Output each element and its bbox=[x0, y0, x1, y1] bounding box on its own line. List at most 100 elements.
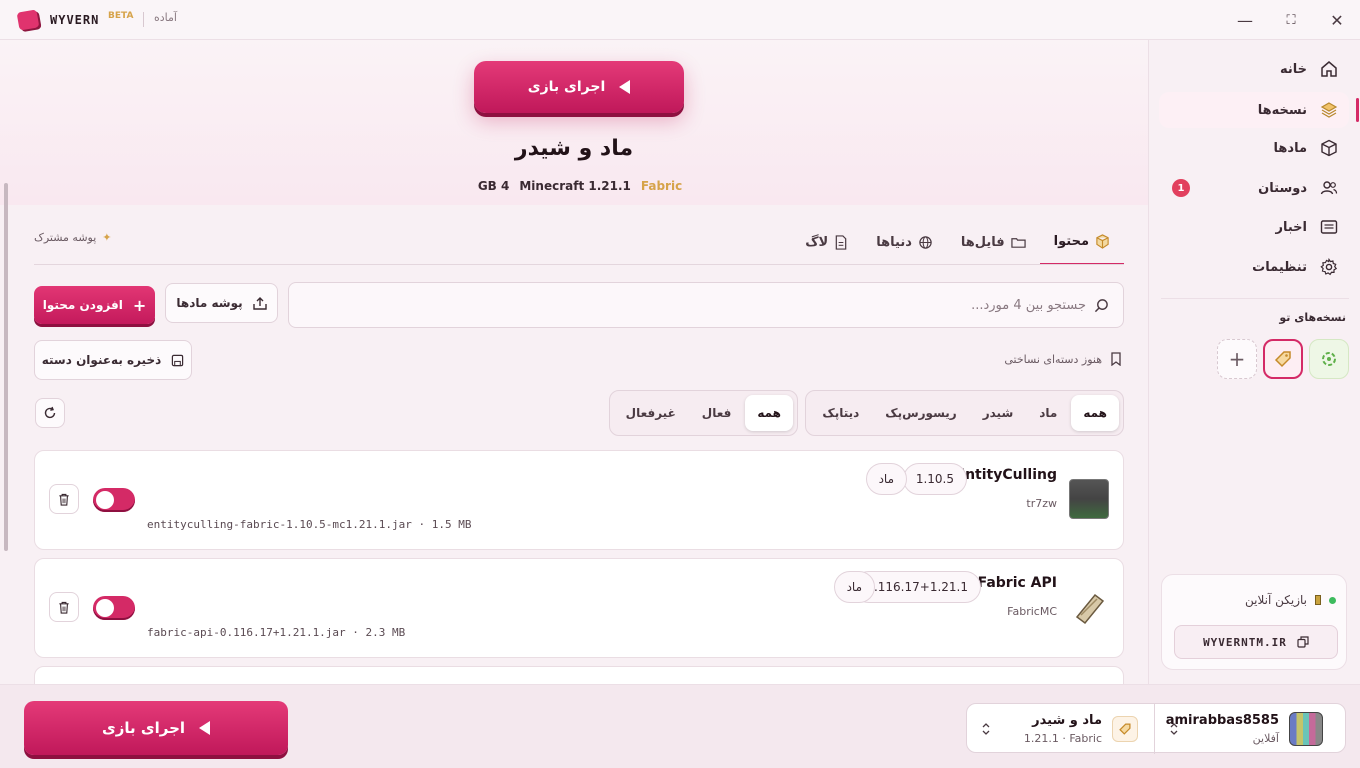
online-dot bbox=[1329, 596, 1336, 604]
tab-worlds-label: دنیاها bbox=[876, 235, 912, 250]
layers-icon bbox=[1319, 100, 1339, 120]
sidebar-item-home[interactable]: خانه bbox=[1159, 51, 1349, 87]
title-bar: WYVERN BETA آماده — ⛶ ✕ bbox=[0, 0, 1360, 40]
sidebar-item-news[interactable]: اخبار bbox=[1159, 209, 1349, 245]
tab-files-label: فایل‌ها bbox=[960, 235, 1005, 250]
mods-folder-button[interactable]: پوشه مادها bbox=[165, 283, 278, 323]
online-status: بازیکن آنلاین bbox=[1245, 593, 1336, 607]
mod-file-info: entityculling-fabric-1.10.5-mc1.21.1.jar… bbox=[147, 518, 472, 531]
sidebar: خانه نسخه‌ها مادها دوستان 1 اخبار تنظیما… bbox=[1148, 40, 1360, 768]
mod-author: FabricMC bbox=[1007, 605, 1057, 618]
tabs-divider bbox=[34, 264, 1124, 265]
instance-icon bbox=[1322, 352, 1336, 366]
mod-enable-toggle[interactable] bbox=[93, 596, 135, 620]
add-content-label: افزودن محتوا bbox=[42, 298, 123, 312]
filter-type-shader[interactable]: شیدر bbox=[971, 395, 1026, 431]
sidebar-divider bbox=[1161, 298, 1349, 299]
tab-worlds[interactable]: دنیاها bbox=[862, 220, 947, 265]
search-icon bbox=[1094, 298, 1108, 312]
selected-instance-sub: 1.21.1 · Fabric bbox=[1023, 732, 1102, 745]
filter-type-mod[interactable]: ماد bbox=[1027, 395, 1069, 431]
filter-type-all[interactable]: همه bbox=[1071, 395, 1119, 431]
account-name: amirabbas8585 bbox=[1165, 713, 1279, 728]
refresh-button[interactable] bbox=[35, 398, 65, 428]
maximize-button[interactable]: ⛶ bbox=[1280, 9, 1302, 31]
instance-button-active[interactable] bbox=[1263, 339, 1303, 379]
save-group-button[interactable]: ذخیره به‌عنوان دسته bbox=[34, 340, 192, 380]
instance-account-selector: ماد و شیدر 1.21.1 · Fabric amirabbas8585… bbox=[966, 703, 1347, 754]
bottom-bar: اجرای بازی ماد و شیدر 1.21.1 · Fabric am… bbox=[0, 684, 1360, 768]
play-icon bbox=[619, 80, 631, 94]
filter-state-all[interactable]: همه bbox=[745, 395, 793, 431]
mod-type-pill: ماد bbox=[865, 463, 907, 495]
instance-meta: Fabric Minecraft 1.21.1 4 GB bbox=[0, 179, 1148, 193]
no-group-label: هنوز دسته‌ای نساختی bbox=[1004, 352, 1102, 366]
content-tabs: محتوا فایل‌ها دنیاها لاگ bbox=[790, 220, 1124, 265]
search-input[interactable] bbox=[686, 297, 1086, 313]
gear-icon bbox=[1319, 257, 1339, 277]
state-filter-group: همه فعال غیرفعال bbox=[608, 390, 798, 436]
filter-type-datapack[interactable]: دیتاپک bbox=[810, 395, 871, 431]
add-instance-icon: + bbox=[1228, 347, 1246, 371]
instance-selector[interactable]: ماد و شیدر 1.21.1 · Fabric bbox=[967, 704, 1155, 754]
sidebar-item-label: نسخه‌ها bbox=[1257, 102, 1307, 118]
shared-folder-link[interactable]: ✦ پوشه مشترک bbox=[34, 231, 112, 244]
mod-enable-toggle[interactable] bbox=[93, 488, 135, 512]
upload-icon bbox=[252, 297, 267, 310]
server-address[interactable]: WYVERNTM.IR bbox=[1174, 625, 1338, 659]
bookmark-icon bbox=[1111, 352, 1121, 366]
mods-folder-label: پوشه مادها bbox=[176, 296, 243, 310]
sidebar-item-label: اخبار bbox=[1275, 219, 1308, 235]
mod-delete-button[interactable] bbox=[49, 592, 79, 622]
sidebar-item-settings[interactable]: تنظیمات bbox=[1159, 249, 1349, 285]
filter-type-resourcepack[interactable]: ریسورس‌پک bbox=[873, 395, 968, 431]
tab-log[interactable]: لاگ bbox=[791, 220, 862, 265]
app-brand: WYVERN bbox=[50, 13, 100, 27]
sidebar-item-label: مادها bbox=[1273, 140, 1308, 156]
copy-icon bbox=[1297, 636, 1309, 648]
close-icon: ✕ bbox=[1330, 10, 1344, 30]
account-selector[interactable]: amirabbas8585 آفلاین bbox=[1155, 704, 1347, 754]
main-scrollbar[interactable] bbox=[4, 183, 8, 551]
instance-tag-icon bbox=[1112, 716, 1138, 742]
filter-state-disabled[interactable]: غیرفعال bbox=[614, 395, 688, 431]
close-button[interactable]: ✕ bbox=[1326, 9, 1348, 31]
online-label: بازیکن آنلاین bbox=[1244, 593, 1307, 607]
avatar bbox=[1289, 712, 1323, 746]
memory-label: 4 GB bbox=[477, 179, 510, 193]
play-icon bbox=[199, 721, 211, 735]
mod-delete-button[interactable] bbox=[49, 484, 79, 514]
folder-icon bbox=[1010, 238, 1026, 248]
beta-badge: BETA bbox=[108, 11, 134, 21]
search-box[interactable] bbox=[288, 282, 1124, 328]
hero-play-button[interactable]: اجرای بازی bbox=[474, 61, 684, 113]
mod-author: tr7zw bbox=[1026, 497, 1057, 510]
mod-version-pill: 1.10.5 bbox=[902, 463, 967, 495]
sidebar-item-friends[interactable]: دوستان 1 bbox=[1159, 170, 1349, 206]
trash-icon bbox=[59, 493, 69, 506]
app-logo bbox=[16, 9, 40, 31]
bottom-play-button[interactable]: اجرای بازی bbox=[24, 701, 288, 755]
cube-icon bbox=[1319, 138, 1339, 158]
users-icon bbox=[1319, 178, 1339, 198]
sidebar-item-mods[interactable]: مادها bbox=[1159, 130, 1349, 166]
add-content-button[interactable]: + افزودن محتوا bbox=[34, 286, 155, 324]
sparkle-icon: ✦ bbox=[102, 231, 112, 244]
tab-content[interactable]: محتوا bbox=[1039, 220, 1124, 265]
sidebar-item-instances[interactable]: نسخه‌ها bbox=[1159, 92, 1359, 128]
mod-card: Fabric API FabricMC 0.116.17+1.21.1 ماد … bbox=[34, 558, 1124, 658]
sidebar-item-label: خانه bbox=[1279, 61, 1307, 77]
sidebar-item-label: تنظیمات bbox=[1252, 259, 1307, 275]
add-instance-button[interactable]: + bbox=[1217, 339, 1257, 379]
filter-state-enabled[interactable]: فعال bbox=[690, 395, 744, 431]
globe-icon bbox=[919, 236, 932, 249]
mod-name: Fabric API bbox=[977, 575, 1057, 591]
tab-files[interactable]: فایل‌ها bbox=[947, 220, 1040, 265]
plus-icon: + bbox=[132, 295, 147, 315]
minimize-button[interactable]: — bbox=[1234, 9, 1256, 31]
hero-play-label: اجرای بازی bbox=[527, 79, 606, 95]
instance-button-1[interactable] bbox=[1309, 339, 1349, 379]
sidebar-item-label: دوستان bbox=[1258, 180, 1307, 196]
friends-count-badge: 1 bbox=[1172, 179, 1190, 197]
mod-thumbnail bbox=[1069, 479, 1109, 519]
